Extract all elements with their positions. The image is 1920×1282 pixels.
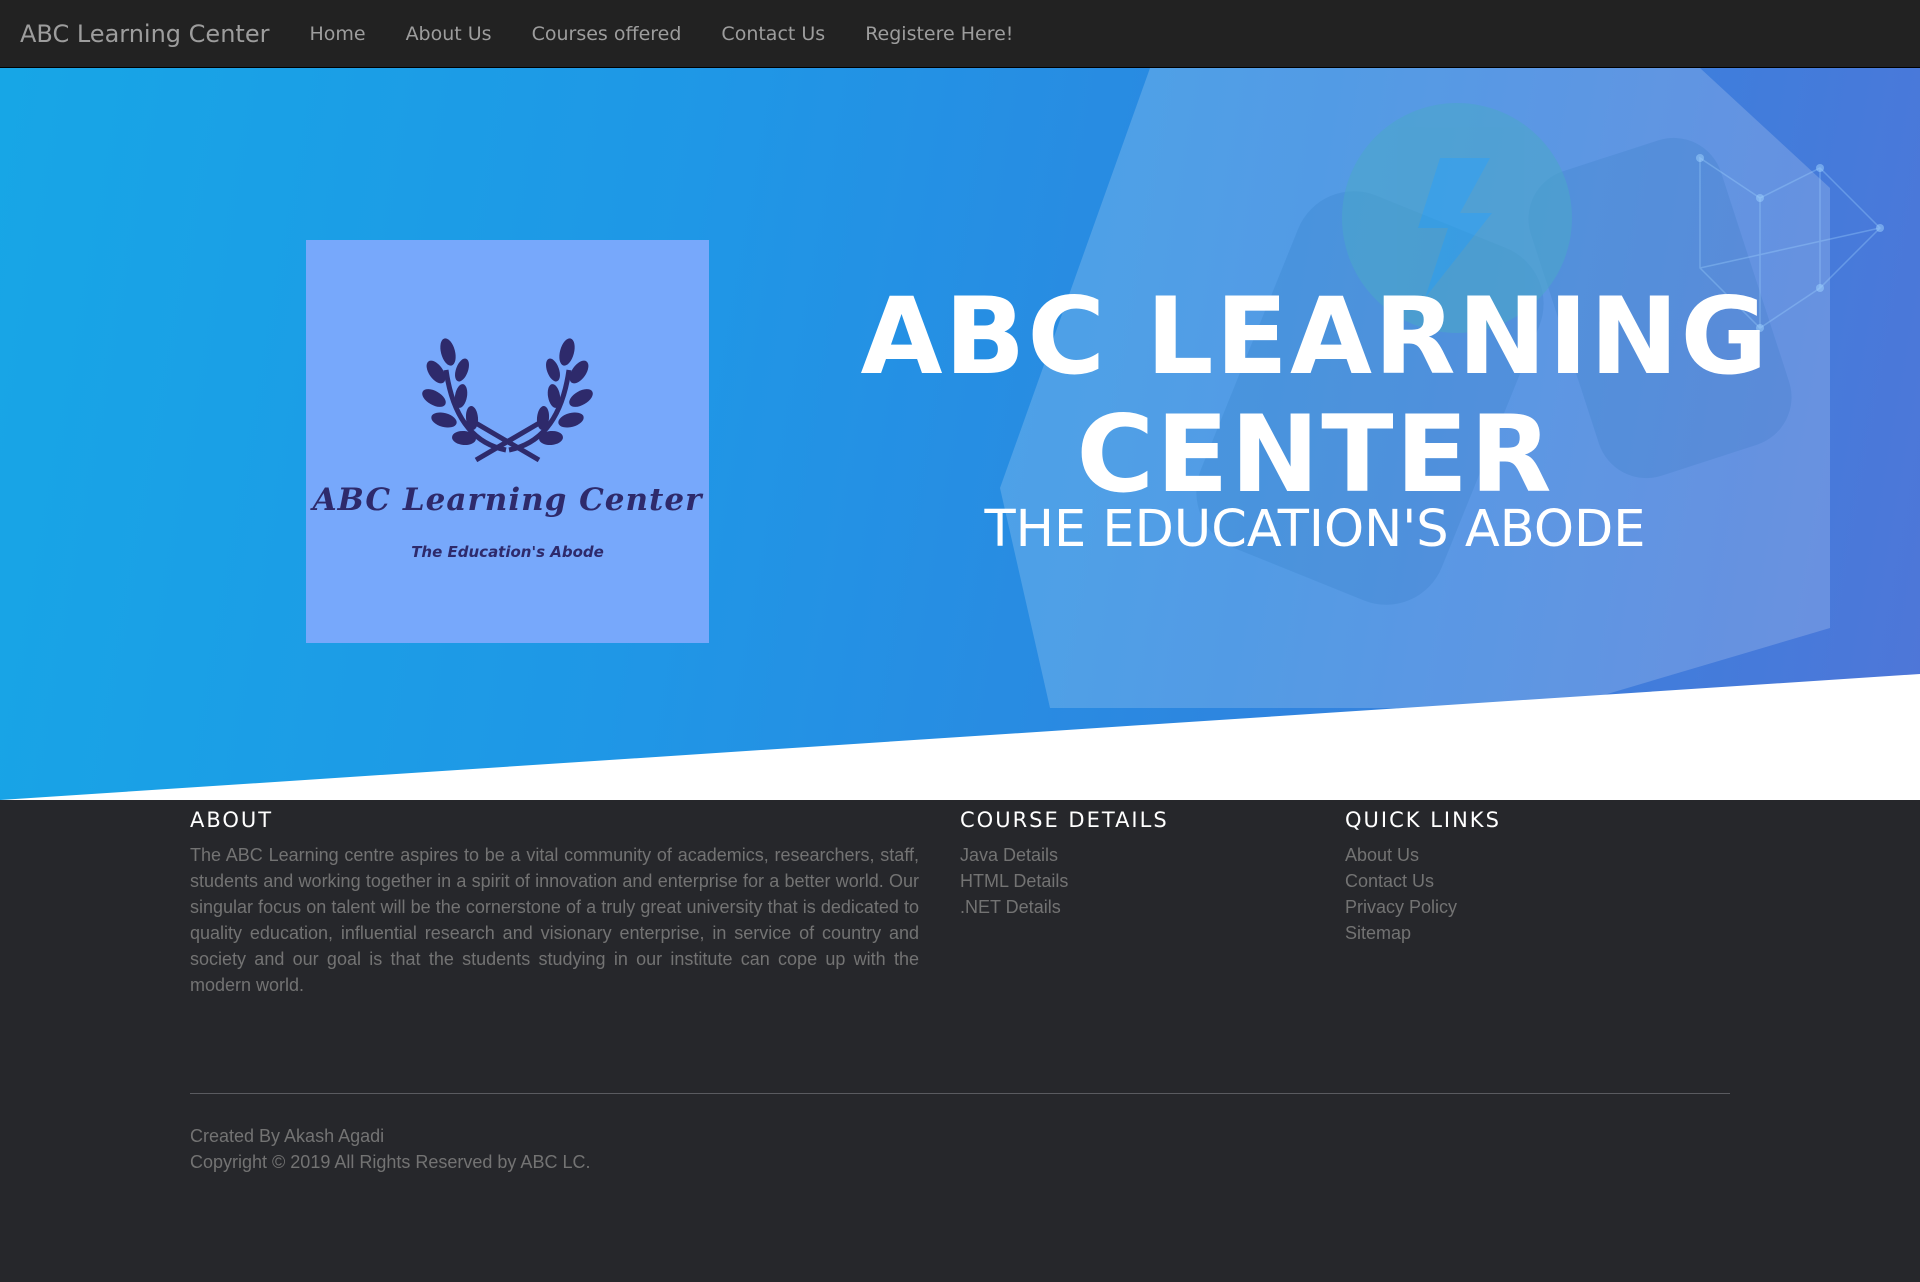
hero-banner: ABC Learning Center The Education's Abod…: [0, 68, 1920, 800]
footer-contact-us-link[interactable]: Contact Us: [1345, 868, 1457, 894]
laurel-wreath-icon: [422, 338, 593, 463]
about-heading: ABOUT: [190, 808, 274, 832]
about-text: The ABC Learning centre aspires to be a …: [190, 845, 919, 995]
dotnet-details-link[interactable]: .NET Details: [960, 894, 1068, 920]
quick-links-heading: QUICK LINKS: [1345, 808, 1501, 832]
brand-link[interactable]: ABC Learning Center: [20, 20, 269, 48]
site-footer: ABOUT The ABC Learning centre aspires to…: [0, 800, 1920, 1282]
created-by-text: Created By Akash Agadi: [190, 1126, 385, 1146]
footer-credits: Created By Akash Agadi Copyright © 2019 …: [190, 1123, 590, 1175]
nav-contact-us[interactable]: Contact Us: [701, 23, 845, 45]
logo-subtitle: The Education's Abode: [411, 543, 604, 561]
nav-home[interactable]: Home: [289, 23, 385, 45]
top-navbar: ABC Learning Center Home About Us Course…: [0, 0, 1920, 68]
nav-register[interactable]: Registere Here!: [845, 23, 1033, 45]
hero-title: ABC LEARNING CENTER: [860, 275, 1770, 516]
footer-divider: [190, 1093, 1730, 1094]
hero-subtitle: THE EDUCATION'S ABODE: [984, 500, 1646, 559]
copyright-text: Copyright © 2019 All Rights Reserved by …: [190, 1152, 591, 1172]
logo-title: ABC Learning Center: [312, 482, 703, 518]
java-details-link[interactable]: Java Details: [960, 842, 1068, 868]
logo-card: ABC Learning Center The Education's Abod…: [306, 240, 709, 643]
sitemap-link[interactable]: Sitemap: [1345, 920, 1457, 946]
nav-about-us[interactable]: About Us: [386, 23, 512, 45]
course-details-list: Java Details HTML Details .NET Details: [960, 842, 1068, 920]
html-details-link[interactable]: HTML Details: [960, 868, 1068, 894]
course-details-heading: COURSE DETAILS: [960, 808, 1169, 832]
nav-courses-offered[interactable]: Courses offered: [512, 23, 702, 45]
footer-about-us-link[interactable]: About Us: [1345, 842, 1457, 868]
quick-links-list: About Us Contact Us Privacy Policy Sitem…: [1345, 842, 1457, 946]
privacy-policy-link[interactable]: Privacy Policy: [1345, 894, 1457, 920]
